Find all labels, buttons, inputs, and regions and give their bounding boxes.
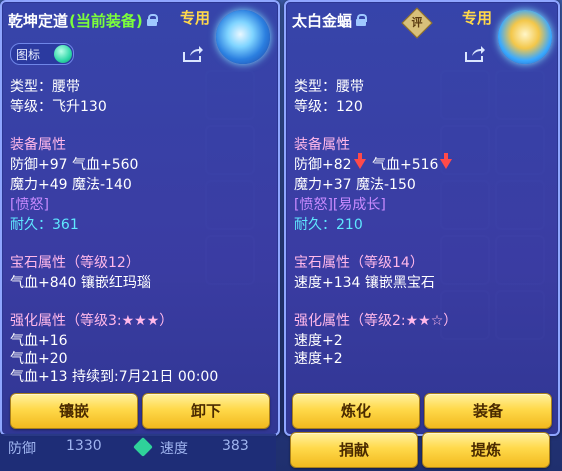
enhance-line-1: 速度+2 <box>294 333 343 349</box>
equip-stats-line-1: 防御+97 气血+560 <box>10 157 139 173</box>
item-title: 乾坤定道 (当前装备) <box>8 8 158 32</box>
enhance-line-2: 速度+2 <box>294 351 343 367</box>
share-icon[interactable] <box>182 45 204 63</box>
enhance-line-2: 气血+20 <box>10 351 68 367</box>
item-icon <box>216 10 270 64</box>
item-type: 类型：腰带 <box>10 79 80 95</box>
special-effect: [愤怒] <box>10 197 49 213</box>
equip-stats-line-2: 魔力+37 魔法-150 <box>294 177 416 193</box>
equip-stats-line-2: 魔力+49 魔法-140 <box>10 177 132 193</box>
decrease-arrow-icon <box>440 153 453 169</box>
hp-stat: 气血+516 <box>372 157 439 173</box>
speed-label: 速度 <box>160 441 188 457</box>
exclusive-label: 专用 <box>180 9 211 27</box>
enhance-attr-heading: 强化属性（等级2:★★☆） <box>294 313 458 329</box>
item-type: 类型：腰带 <box>294 79 364 95</box>
durability: 耐久：361 <box>10 217 79 233</box>
toggle-knob <box>54 45 72 63</box>
defense-value: 1330 <box>66 438 102 454</box>
compare-item-tooltip: 太白金蝠 评 专用 类型：腰带 等级：120 装备属性 防御+82 气血+516… <box>284 0 560 436</box>
durability: 耐久：210 <box>294 217 363 233</box>
unequip-button[interactable]: 卸下 <box>142 393 270 429</box>
share-icon[interactable] <box>464 45 486 63</box>
decrease-arrow-icon <box>353 153 366 169</box>
item-level: 等级：120 <box>294 99 363 115</box>
equip-attr-heading: 装备属性 <box>294 137 350 153</box>
equipped-status: (当前装备) <box>69 11 143 30</box>
defense-stat: 防御+82 <box>294 157 352 173</box>
extract-button[interactable]: 提炼 <box>422 432 550 468</box>
gem-attr-heading: 宝石属性（等级12） <box>10 255 140 271</box>
item-title: 太白金蝠 <box>292 8 368 32</box>
gem-stats: 气血+840 镶嵌红玛瑙 <box>10 275 151 291</box>
icon-toggle-label: 图标 <box>16 47 41 62</box>
item-name: 太白金蝠 <box>292 11 353 30</box>
icon-toggle[interactable]: 图标 <box>10 43 74 65</box>
lock-icon <box>356 14 368 26</box>
equipped-item-tooltip: 乾坤定道 (当前装备) 专用 图标 类型：腰带 等级：飞升130 装备属性 防御… <box>0 0 280 436</box>
equip-stats-line-1: 防御+82 气血+516 <box>294 153 454 174</box>
speed-value: 383 <box>222 438 249 454</box>
enhance-line-3: 气血+13 持续到:7月21日 00:00 <box>10 369 219 385</box>
item-name: 乾坤定道 <box>8 11 69 30</box>
lock-icon <box>146 14 158 26</box>
refine-button[interactable]: 炼化 <box>292 393 420 429</box>
enhance-line-1: 气血+16 <box>10 333 68 349</box>
equip-button[interactable]: 装备 <box>424 393 552 429</box>
item-level: 等级：飞升130 <box>10 99 107 115</box>
special-effect: [愤怒][易成长] <box>294 197 386 213</box>
item-icon <box>498 10 552 64</box>
gem-attr-heading: 宝石属性（等级14） <box>294 255 424 271</box>
gem-stats: 速度+134 镶嵌黑宝石 <box>294 275 435 291</box>
defense-label: 防御 <box>8 441 36 457</box>
inlay-button[interactable]: 镶嵌 <box>10 393 138 429</box>
enhance-attr-heading: 强化属性（等级3:★★★） <box>10 313 174 329</box>
equip-attr-heading: 装备属性 <box>10 137 66 153</box>
donate-button[interactable]: 捐献 <box>290 432 418 468</box>
exclusive-label: 专用 <box>462 9 493 27</box>
rating-badge-icon: 评 <box>401 7 433 39</box>
